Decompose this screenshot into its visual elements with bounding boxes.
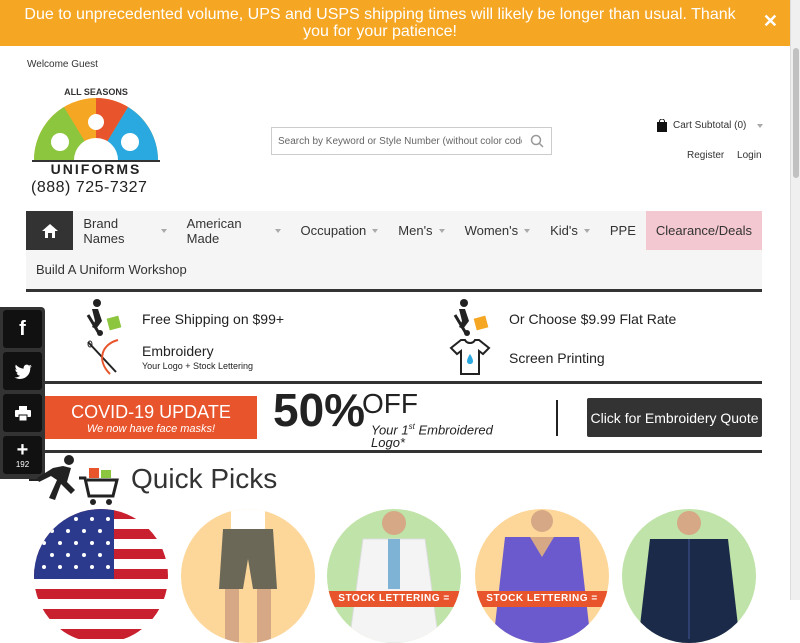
shipping-banner: Due to unprecedented volume, UPS and USP… — [0, 0, 790, 46]
scrubs-image — [493, 510, 591, 643]
discount-off: OFF — [362, 388, 418, 419]
nav-american-made[interactable]: American Made — [177, 211, 291, 250]
embroidery-text: Embroidery Your Logo + Stock Lettering — [142, 343, 253, 371]
chevron-down-icon — [372, 228, 379, 233]
facebook-share-button[interactable]: f — [3, 310, 42, 348]
chevron-down-icon — [438, 228, 445, 233]
covid-title: COVID-19 UPDATE — [71, 402, 231, 422]
shorts-image — [219, 509, 277, 643]
nav-brand-names[interactable]: Brand Names — [73, 211, 176, 250]
nav-womens[interactable]: Women's — [455, 211, 541, 250]
embroidery-title: Embroidery — [142, 343, 214, 359]
flat-rate-text: Or Choose $9.99 Flat Rate — [509, 311, 677, 327]
home-button[interactable] — [26, 211, 74, 250]
main-nav: Brand Names American Made Occupation Men… — [26, 211, 763, 289]
scrollbar-thumb[interactable] — [793, 48, 799, 178]
first-logo-text: Your 1st Embroidered Logo* — [371, 422, 493, 451]
cart-summary[interactable]: Cart Subtotal (0) — [656, 119, 764, 132]
account-links: Register Login — [687, 150, 772, 161]
home-icon — [41, 223, 58, 238]
embroidery-subtext: Your Logo + Stock Lettering — [142, 361, 253, 371]
close-icon[interactable]: ✕ — [763, 12, 778, 30]
quick-pick-button-shirt[interactable] — [622, 509, 756, 643]
stock-lettering-label: STOCK LETTERING = — [327, 591, 461, 607]
login-link[interactable]: Login — [737, 150, 761, 161]
needle-thread-icon — [87, 339, 119, 375]
promo-divider-bottom — [45, 450, 762, 453]
quick-picks-title: Quick Picks — [131, 463, 278, 494]
covid-subtitle: We now have face masks! — [86, 423, 216, 435]
phone-number[interactable]: (888) 725-7327 — [31, 179, 147, 197]
scrollbar[interactable] — [790, 0, 800, 600]
print-icon — [14, 405, 31, 421]
nav-mens[interactable]: Men's — [388, 211, 454, 250]
twitter-share-button[interactable] — [3, 352, 42, 390]
button-shirt-image — [638, 511, 740, 643]
quick-pick-american-made[interactable] — [34, 509, 168, 643]
shopping-bag-icon — [657, 119, 667, 132]
quick-pick-shorts[interactable] — [181, 509, 315, 643]
screen-printing-text: Screen Printing — [509, 350, 605, 366]
print-button[interactable] — [3, 394, 42, 432]
stock-lettering-label: STOCK LETTERING = — [475, 591, 609, 607]
discount-percent: 50% — [273, 384, 366, 436]
promo-divider-top — [45, 381, 762, 384]
search-box[interactable] — [271, 127, 552, 155]
nav-kids[interactable]: Kid's — [540, 211, 600, 250]
nav-divider — [26, 289, 762, 292]
quick-pick-lab-coat[interactable]: STOCK LETTERING = — [327, 509, 461, 643]
chevron-down-icon — [274, 228, 281, 233]
chevron-down-icon — [757, 123, 764, 128]
twitter-icon — [14, 364, 32, 379]
running-cart-icon — [29, 455, 119, 505]
american-flag-image — [34, 509, 168, 643]
search-input[interactable] — [272, 128, 522, 154]
free-shipping-text: Free Shipping on $99+ — [142, 311, 285, 327]
logo-subtext: UNIFORMS — [51, 161, 142, 177]
hand-truck-icon — [453, 299, 489, 336]
cart-subtotal[interactable]: Cart Subtotal (0) — [673, 120, 746, 131]
welcome-text: Welcome Guest — [27, 59, 98, 70]
quick-pick-scrubs[interactable]: STOCK LETTERING = — [475, 509, 609, 643]
covid-update-banner[interactable]: COVID-19 UPDATE We now have face masks! — [45, 396, 257, 439]
nav-occupation[interactable]: Occupation — [291, 211, 389, 250]
hand-truck-icon — [86, 299, 122, 336]
logo-text: ALL SEASONS — [64, 87, 128, 97]
t-shirt-icon — [449, 339, 491, 375]
chevron-down-icon — [524, 228, 531, 233]
nav-build-a-uniform[interactable]: Build A Uniform Workshop — [26, 250, 762, 289]
facebook-icon: f — [19, 317, 26, 340]
lab-coat-image — [348, 511, 440, 643]
chevron-down-icon — [583, 228, 590, 233]
chevron-down-icon — [160, 228, 167, 233]
nav-ppe[interactable]: PPE — [600, 211, 646, 250]
nav-clearance-deals[interactable]: Clearance/Deals — [645, 211, 763, 250]
register-link[interactable]: Register — [687, 150, 724, 161]
embroidery-quote-button[interactable]: Click for Embroidery Quote — [587, 398, 762, 437]
banner-message: Due to unprecedented volume, UPS and USP… — [24, 6, 736, 40]
promo-vertical-divider — [556, 400, 558, 436]
search-icon[interactable] — [530, 134, 544, 148]
